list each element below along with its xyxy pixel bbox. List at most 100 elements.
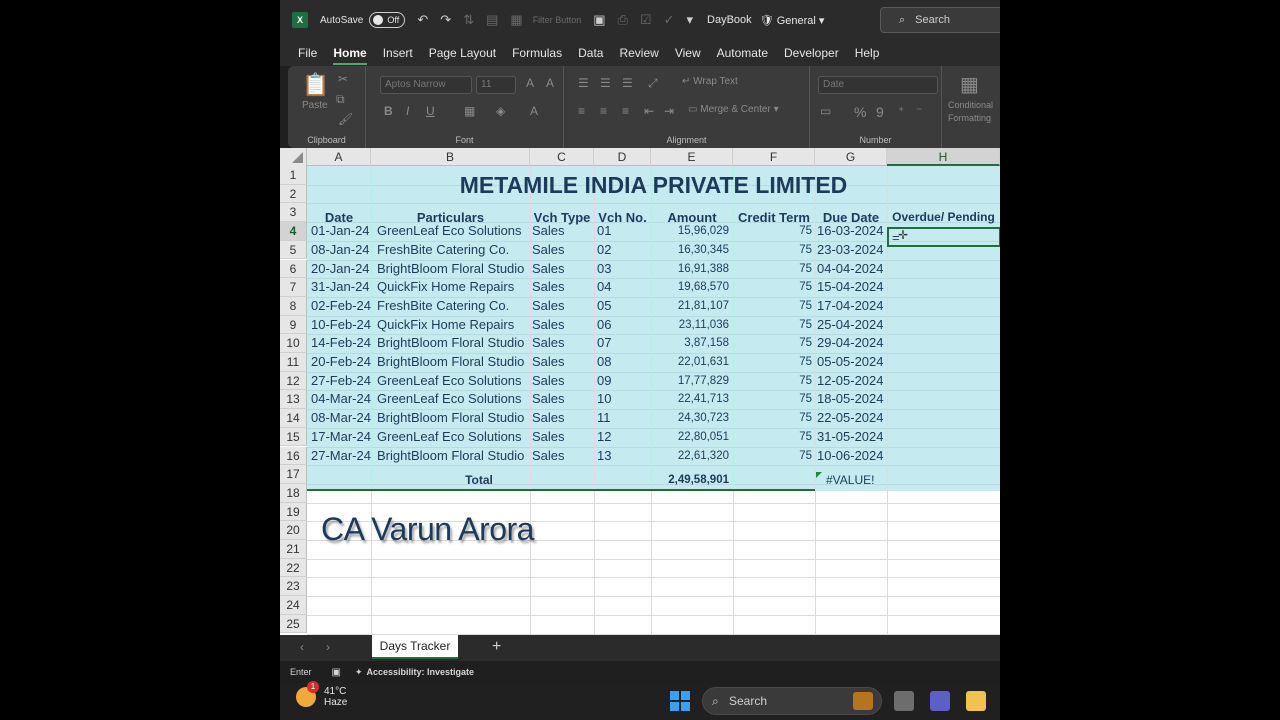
cell-credit-term[interactable]: 75 bbox=[733, 353, 812, 372]
cell-vch-no[interactable]: 04 bbox=[597, 278, 649, 297]
cell-particulars[interactable]: BrightBloom Floral Studio bbox=[377, 409, 532, 428]
file-manager-icon[interactable] bbox=[894, 691, 914, 711]
cell-particulars[interactable]: QuickFix Home Repairs bbox=[377, 278, 532, 297]
cell-amount[interactable]: 22,01,631 bbox=[651, 353, 729, 372]
cell-credit-term[interactable]: 75 bbox=[733, 278, 812, 297]
copy-icon[interactable]: ⧉ bbox=[336, 92, 345, 107]
total-error-value[interactable]: #VALUE! bbox=[826, 471, 906, 490]
cell-amount[interactable]: 23,11,036 bbox=[651, 316, 729, 335]
teams-icon[interactable] bbox=[930, 691, 950, 711]
row-header-11[interactable]: 11 bbox=[280, 353, 307, 372]
merge-center-button[interactable]: ▭ Merge & Center ▾ bbox=[688, 104, 779, 115]
cell-vch-type[interactable]: Sales bbox=[532, 353, 592, 372]
document-name[interactable]: DayBook bbox=[707, 14, 752, 26]
cell-vch-type[interactable]: Sales bbox=[532, 447, 592, 466]
row-header-1[interactable]: 1 bbox=[280, 166, 307, 185]
customize-toolbar-icon[interactable]: ▾ bbox=[686, 12, 693, 28]
print-preview-icon[interactable]: ▣ bbox=[593, 12, 605, 28]
cell-credit-term[interactable]: 75 bbox=[733, 372, 812, 391]
filter-button[interactable]: Filter Button bbox=[533, 15, 582, 25]
cell-date[interactable]: 08-Mar-24 bbox=[311, 409, 371, 428]
cell-vch-no[interactable]: 06 bbox=[597, 316, 649, 335]
cell-due-date[interactable]: 23-03-2024 bbox=[817, 241, 889, 260]
row-header-21[interactable]: 21 bbox=[280, 540, 307, 559]
decrease-font-icon[interactable]: A bbox=[546, 76, 554, 90]
spelling-icon[interactable]: ✓ bbox=[664, 12, 675, 28]
cell-vch-no[interactable]: 12 bbox=[597, 428, 649, 447]
column-header-d[interactable]: D bbox=[594, 148, 651, 166]
cell-credit-term[interactable]: 75 bbox=[733, 222, 812, 241]
row-header-24[interactable]: 24 bbox=[280, 596, 307, 615]
cell-date[interactable]: 20-Feb-24 bbox=[311, 353, 371, 372]
active-cell-h4[interactable]: = ✛ bbox=[887, 227, 1000, 247]
cell-particulars[interactable]: FreshBite Catering Co. bbox=[377, 297, 532, 316]
cell-amount[interactable]: 22,61,320 bbox=[651, 447, 729, 466]
cell-vch-type[interactable]: Sales bbox=[532, 316, 592, 335]
spreadsheet-grid[interactable]: A B C D E F G H 1 2 3 4 5 6 7 8 9 10 11 12 13 14 15 16 1… bbox=[280, 148, 1000, 635]
menu-developer[interactable]: Developer bbox=[776, 40, 847, 66]
cell-particulars[interactable]: GreenLeaf Eco Solutions bbox=[377, 372, 532, 391]
cell-amount[interactable]: 16,30,345 bbox=[651, 241, 729, 260]
comma-style-icon[interactable]: 9 bbox=[876, 104, 884, 120]
cell-date[interactable]: 27-Feb-24 bbox=[311, 372, 371, 391]
company-title[interactable]: METAMILE INDIA PRIVATE LIMITED bbox=[307, 168, 1000, 202]
cell-date[interactable]: 17-Mar-24 bbox=[311, 428, 371, 447]
number-format-box[interactable]: Date bbox=[818, 76, 938, 94]
cell-date[interactable]: 14-Feb-24 bbox=[311, 334, 371, 353]
borders-icon[interactable]: ▦ bbox=[464, 104, 475, 118]
cell-amount[interactable]: 17,77,829 bbox=[651, 372, 729, 391]
cell-due-date[interactable]: 05-05-2024 bbox=[817, 353, 889, 372]
cell-vch-type[interactable]: Sales bbox=[532, 390, 592, 409]
cell-vch-type[interactable]: Sales bbox=[532, 428, 592, 447]
column-header-e[interactable]: E bbox=[651, 148, 733, 166]
cell-credit-term[interactable]: 75 bbox=[733, 428, 812, 447]
form-icon[interactable]: ▤ bbox=[486, 12, 498, 28]
menu-view[interactable]: View bbox=[667, 40, 709, 66]
cell-credit-term[interactable]: 75 bbox=[733, 297, 812, 316]
row-header-20[interactable]: 20 bbox=[280, 521, 307, 540]
cell-credit-term[interactable]: 75 bbox=[733, 260, 812, 279]
cell-date[interactable]: 08-Jan-24 bbox=[311, 241, 371, 260]
sheet-tab-days-tracker[interactable]: Days Tracker bbox=[372, 635, 458, 659]
cell-vch-no[interactable]: 07 bbox=[597, 334, 649, 353]
percent-icon[interactable]: % bbox=[854, 104, 866, 120]
row-header-16[interactable]: 16 bbox=[280, 446, 307, 466]
menu-formulas[interactable]: Formulas bbox=[504, 40, 570, 66]
row-header-7[interactable]: 7 bbox=[280, 278, 307, 297]
cell-amount[interactable]: 15,96,029 bbox=[651, 222, 729, 241]
cell-due-date[interactable]: 31-05-2024 bbox=[817, 428, 889, 447]
column-header-f[interactable]: F bbox=[733, 148, 815, 166]
cell-credit-term[interactable]: 75 bbox=[733, 409, 812, 428]
menu-file[interactable]: File bbox=[280, 40, 325, 66]
italic-icon[interactable]: I bbox=[406, 104, 409, 118]
font-name-box[interactable]: Aptos Narrow bbox=[380, 76, 472, 94]
autosave-toggle[interactable]: Off bbox=[369, 12, 406, 28]
font-size-box[interactable]: 11 bbox=[476, 76, 516, 94]
cell-date[interactable]: 02-Feb-24 bbox=[311, 297, 371, 316]
column-header-g[interactable]: G bbox=[815, 148, 887, 166]
bold-icon[interactable]: B bbox=[384, 104, 393, 118]
next-sheet-icon[interactable]: › bbox=[326, 640, 330, 654]
cell-particulars[interactable]: GreenLeaf Eco Solutions bbox=[377, 390, 532, 409]
cell-vch-type[interactable]: Sales bbox=[532, 297, 592, 316]
column-header-b[interactable]: B bbox=[371, 148, 530, 166]
cell-amount[interactable]: 22,41,713 bbox=[651, 390, 729, 409]
row-header-3[interactable]: 3 bbox=[280, 203, 307, 223]
format-painter-icon[interactable]: 🖌 bbox=[338, 112, 353, 126]
row-header-25[interactable]: 25 bbox=[280, 614, 307, 634]
folder-icon[interactable] bbox=[966, 691, 986, 711]
cell-amount[interactable]: 24,30,723 bbox=[651, 409, 729, 428]
cell-particulars[interactable]: FreshBite Catering Co. bbox=[377, 241, 532, 260]
cell-vch-type[interactable]: Sales bbox=[532, 222, 592, 241]
menu-automate[interactable]: Automate bbox=[709, 40, 776, 66]
cell-vch-no[interactable]: 05 bbox=[597, 297, 649, 316]
select-all-button[interactable] bbox=[280, 148, 307, 166]
row-header-4[interactable]: 4 bbox=[280, 222, 307, 241]
cell-particulars[interactable]: BrightBloom Floral Studio bbox=[377, 353, 532, 372]
row-header-17[interactable]: 17 bbox=[280, 465, 307, 484]
cell-due-date[interactable]: 12-05-2024 bbox=[817, 372, 889, 391]
sensitivity-label[interactable]: 🛡 General ▾ bbox=[760, 14, 825, 27]
cell-vch-type[interactable]: Sales bbox=[532, 260, 592, 279]
row-header-19[interactable]: 19 bbox=[280, 502, 307, 522]
taskbar-search[interactable]: ⌕ Search bbox=[702, 687, 882, 715]
